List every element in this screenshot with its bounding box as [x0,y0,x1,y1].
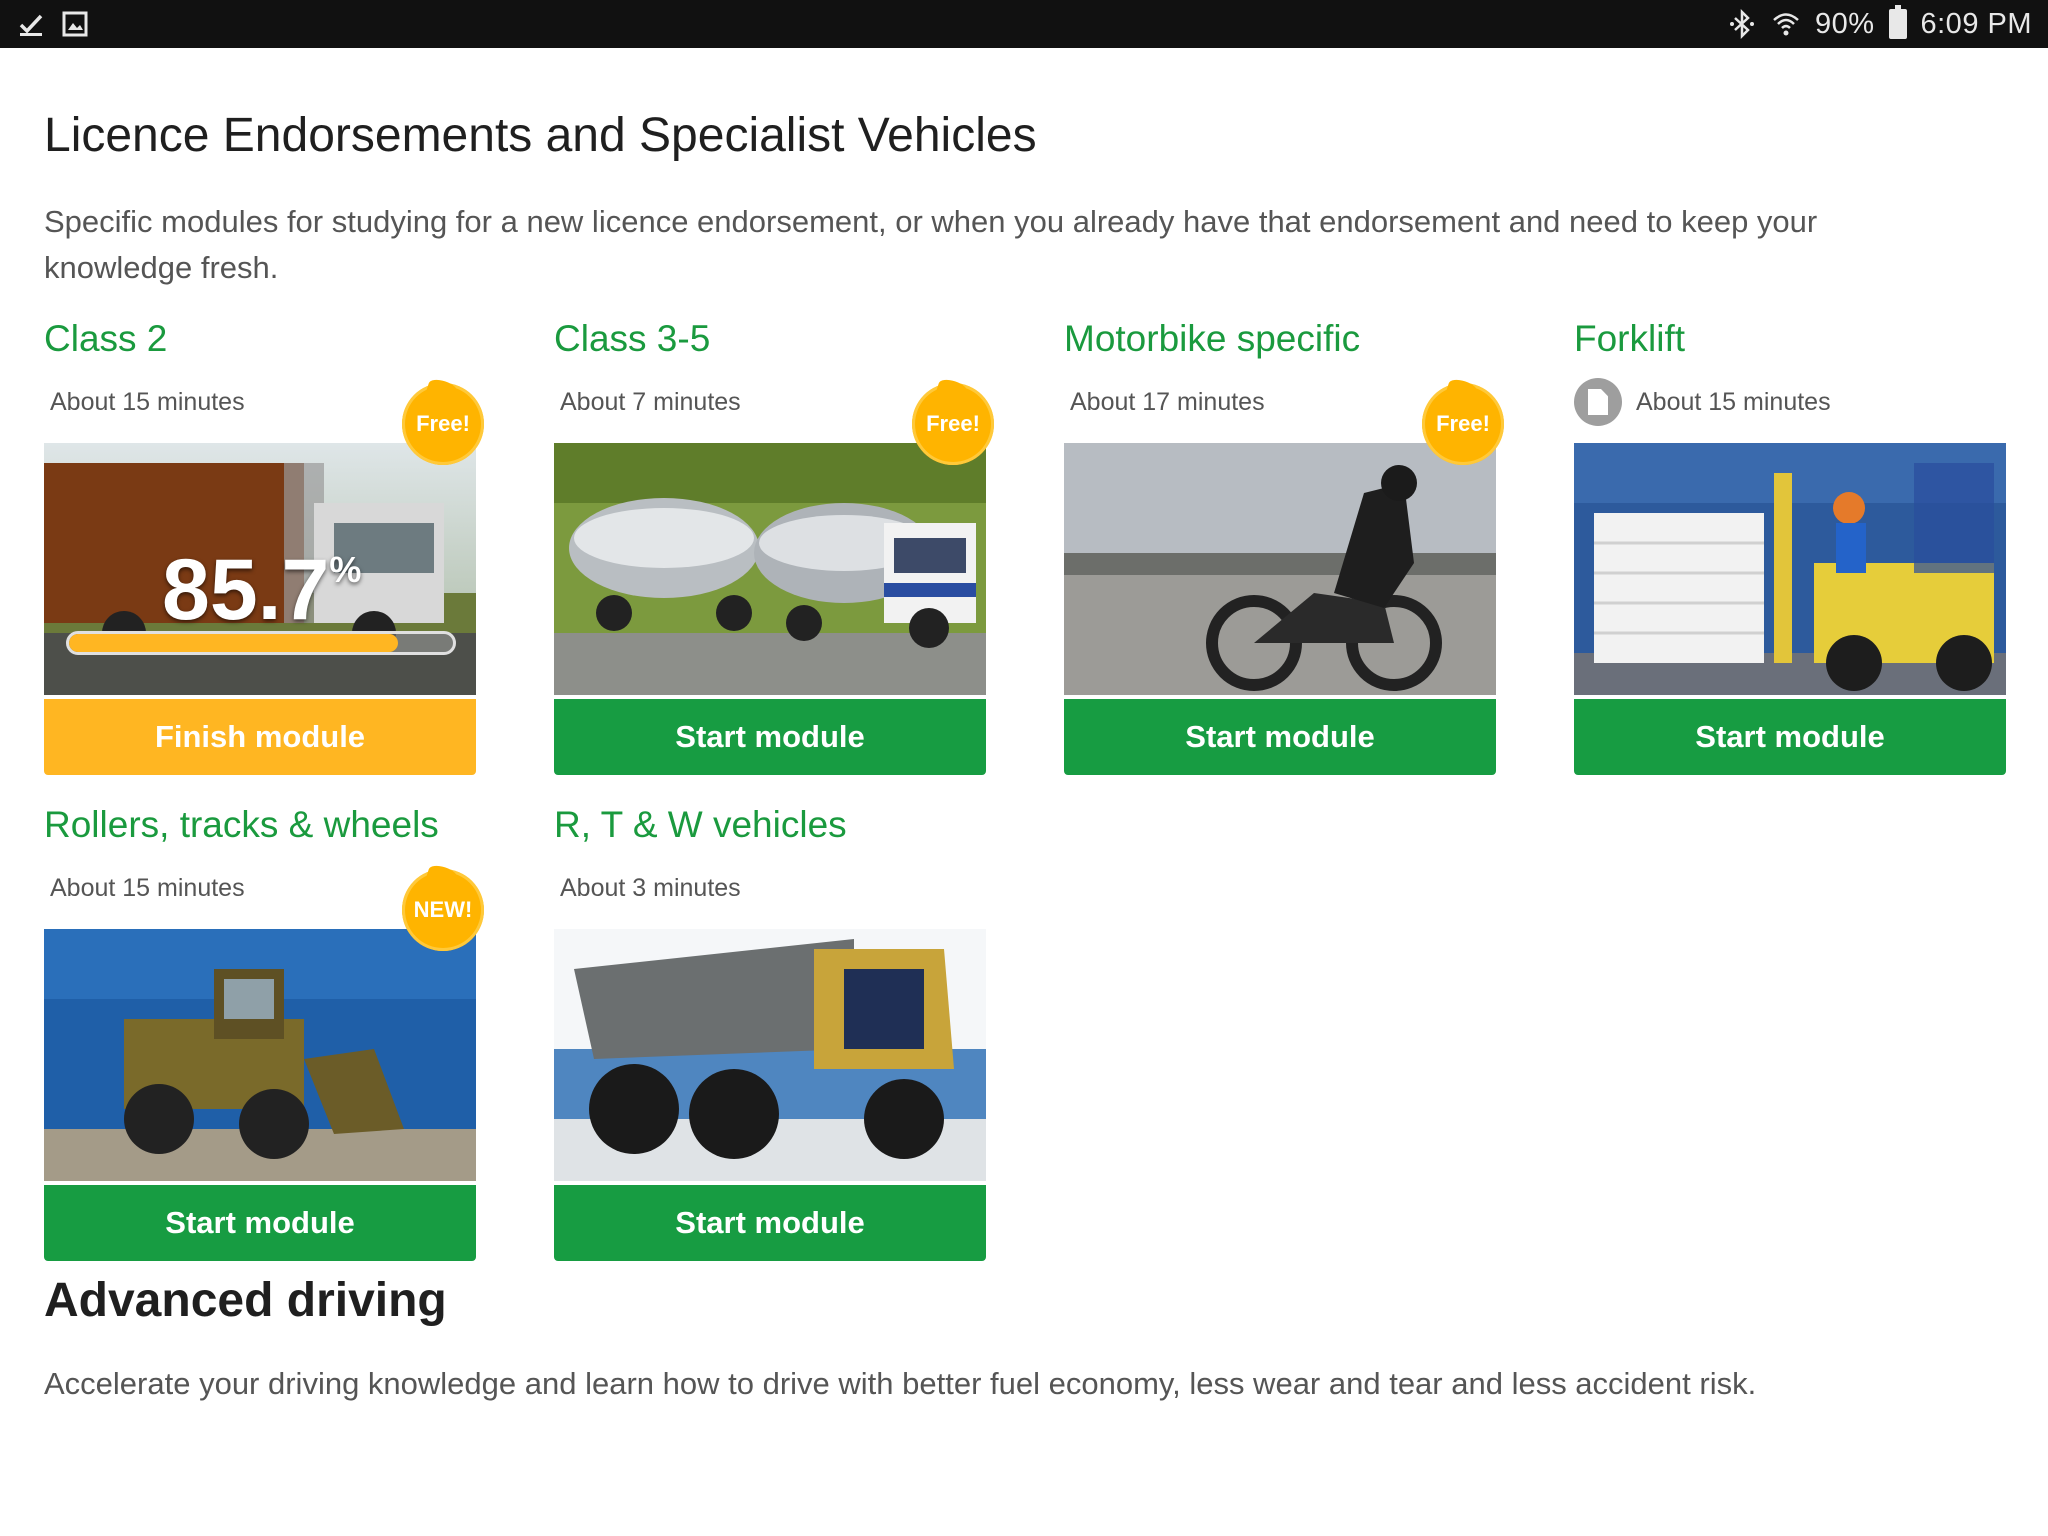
module-card: Motorbike specific About 17 minutes Free… [1064,313,1504,775]
duration-text: About 7 minutes [560,387,741,416]
module-card: Class 2 About 15 minutes Free! 85.7% Fin… [44,313,484,775]
free-badge: Free! [912,383,994,465]
finish-module-button[interactable]: Finish module [44,699,476,775]
battery-percent: 90% [1814,7,1875,40]
module-title[interactable]: Class 2 [44,313,476,365]
module-duration: About 15 minutes [1574,378,2006,426]
module-title[interactable]: Forklift [1574,313,2006,365]
duration-text: About 17 minutes [1070,387,1265,416]
free-badge: Free! [402,383,484,465]
free-badge: Free! [1422,383,1504,465]
start-module-button[interactable]: Start module [44,1185,476,1261]
module-title[interactable]: R, T & W vehicles [554,799,986,851]
module-image[interactable]: 85.7% [44,443,476,695]
module-title[interactable]: Class 3-5 [554,313,986,365]
start-module-button[interactable]: Start module [1064,699,1496,775]
start-module-button[interactable]: Start module [554,699,986,775]
section-title: Licence Endorsements and Specialist Vehi… [44,109,1037,162]
motorbike-illustration [1064,443,1496,695]
module-card: Rollers, tracks & wheels About 15 minute… [44,799,484,1261]
progress-value: 85.7 [162,542,330,638]
dumptruck-illustration [554,929,986,1181]
main-content: Licence Endorsements and Specialist Vehi… [44,48,2006,1402]
module-title[interactable]: Rollers, tracks & wheels [44,799,476,851]
section-title-advanced: Advanced driving [44,1274,447,1327]
image-icon [60,9,90,39]
module-title[interactable]: Motorbike specific [1064,313,1496,365]
loader-illustration [44,929,476,1181]
duration-text: About 15 minutes [1636,387,1831,416]
module-duration: About 3 minutes [554,867,986,909]
module-image[interactable] [554,443,986,695]
start-module-button[interactable]: Start module [1574,699,2006,775]
progress-unit: % [329,549,362,590]
module-card: Class 3-5 About 7 minutes Free! Start mo… [554,313,994,775]
module-image[interactable] [44,929,476,1181]
document-icon [1574,378,1622,426]
duration-text: About 15 minutes [50,387,245,416]
module-card: R, T & W vehicles About 3 minutes Start … [554,799,986,1261]
wifi-icon [1771,9,1801,39]
bluetooth-icon [1727,9,1757,39]
module-grid: Class 2 About 15 minutes Free! 85.7% Fin… [44,313,2044,1273]
clock: 6:09 PM [1920,7,2032,40]
start-module-button[interactable]: Start module [554,1185,986,1261]
duration-text: About 3 minutes [560,873,741,902]
progress-fill [69,634,399,652]
module-image[interactable] [554,929,986,1181]
forklift-illustration [1574,443,2006,695]
progress-percent: 85.7% [162,541,361,640]
tanker-illustration [554,443,986,695]
section-description: Specific modules for studying for a new … [44,204,1818,285]
check-icon [16,9,46,39]
section-description-advanced: Accelerate your driving knowledge and le… [44,1366,1757,1401]
duration-text: About 15 minutes [50,873,245,902]
module-image[interactable] [1574,443,2006,695]
status-bar: 90% 6:09 PM [0,0,2048,48]
module-image[interactable] [1064,443,1496,695]
progress-overlay: 85.7% [44,443,476,695]
progress-bar [66,631,456,655]
module-card: Forklift About 15 minutes Start module [1574,313,2006,775]
new-badge: NEW! [402,869,484,951]
battery-icon [1888,5,1907,39]
